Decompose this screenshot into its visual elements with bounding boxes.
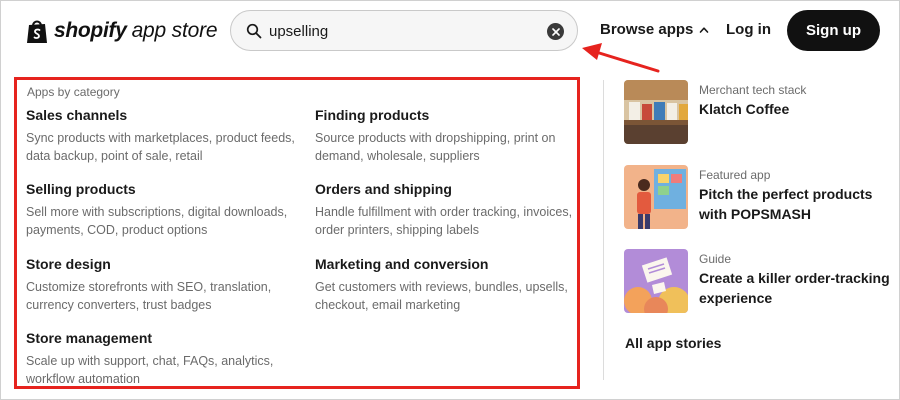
- chevron-up-icon: [700, 26, 709, 33]
- search-input[interactable]: [269, 19, 539, 43]
- story-label: Guide: [699, 252, 732, 266]
- category-description: Handle fulfillment with order tracking, …: [315, 205, 573, 237]
- category-description: Scale up with support, chat, FAQs, analy…: [26, 354, 274, 386]
- coffee-shelf-thumbnail: [624, 80, 688, 144]
- category-store-design[interactable]: Store design Customize storefronts with …: [26, 256, 296, 314]
- category-description: Sync products with marketplaces, product…: [26, 131, 295, 163]
- story-card-popsmash[interactable]: Featured app Pitch the perfect products …: [624, 165, 894, 229]
- category-title: Store design: [26, 256, 111, 272]
- category-marketing-and-conversion[interactable]: Marketing and conversion Get customers w…: [315, 256, 585, 314]
- story-card-klatch-coffee[interactable]: Merchant tech stack Klatch Coffee: [624, 80, 894, 144]
- story-label: Merchant tech stack: [699, 83, 807, 97]
- category-title: Store management: [26, 330, 153, 346]
- all-app-stories-link[interactable]: All app stories: [625, 335, 721, 351]
- story-title: Klatch Coffee: [699, 101, 790, 117]
- shopify-app-store-logo[interactable]: shopify app store: [26, 14, 218, 48]
- story-card-order-tracking[interactable]: Guide Create a killer order-tracking exp…: [624, 249, 894, 313]
- category-title: Sales channels: [26, 107, 128, 123]
- order-tracking-illustration-thumbnail: [624, 249, 688, 313]
- category-description: Source products with dropshipping, print…: [315, 131, 556, 163]
- category-store-management[interactable]: Store management Scale up with support, …: [26, 330, 296, 388]
- apps-by-category-heading: Apps by category: [27, 85, 120, 99]
- category-title: Selling products: [26, 181, 136, 197]
- annotation-arrow-icon: [582, 43, 660, 73]
- sign-up-button[interactable]: Sign up: [787, 10, 880, 51]
- category-description: Get customers with reviews, bundles, ups…: [315, 280, 568, 312]
- search-icon: [246, 23, 262, 39]
- story-title: Pitch the perfect products with POPSMASH: [699, 186, 873, 222]
- category-title: Marketing and conversion: [315, 256, 489, 272]
- category-title: Orders and shipping: [315, 181, 452, 197]
- search-bar[interactable]: [230, 10, 578, 51]
- category-selling-products[interactable]: Selling products Sell more with subscrip…: [26, 181, 296, 239]
- category-description: Customize storefronts with SEO, translat…: [26, 280, 272, 312]
- story-label: Featured app: [699, 168, 771, 182]
- popsmash-illustration-thumbnail: [624, 165, 688, 229]
- logo-text-shopify: shopify: [54, 19, 127, 42]
- story-title: Create a killer order-tracking experienc…: [699, 270, 890, 306]
- shopify-bag-icon: [27, 20, 47, 43]
- panel-divider: [603, 80, 604, 380]
- clear-search-button[interactable]: [547, 23, 564, 40]
- category-finding-products[interactable]: Finding products Source products with dr…: [315, 107, 585, 165]
- log-in-link[interactable]: Log in: [726, 21, 771, 38]
- category-orders-and-shipping[interactable]: Orders and shipping Handle fulfillment w…: [315, 181, 585, 239]
- category-title: Finding products: [315, 107, 430, 123]
- category-description: Sell more with subscriptions, digital do…: [26, 205, 288, 237]
- close-icon: [551, 27, 560, 36]
- category-sales-channels[interactable]: Sales channels Sync products with market…: [26, 107, 296, 165]
- apps-by-category-panel: Apps by category Sales channels Sync pro…: [14, 77, 580, 389]
- logo-text-app-store: app store: [131, 19, 218, 42]
